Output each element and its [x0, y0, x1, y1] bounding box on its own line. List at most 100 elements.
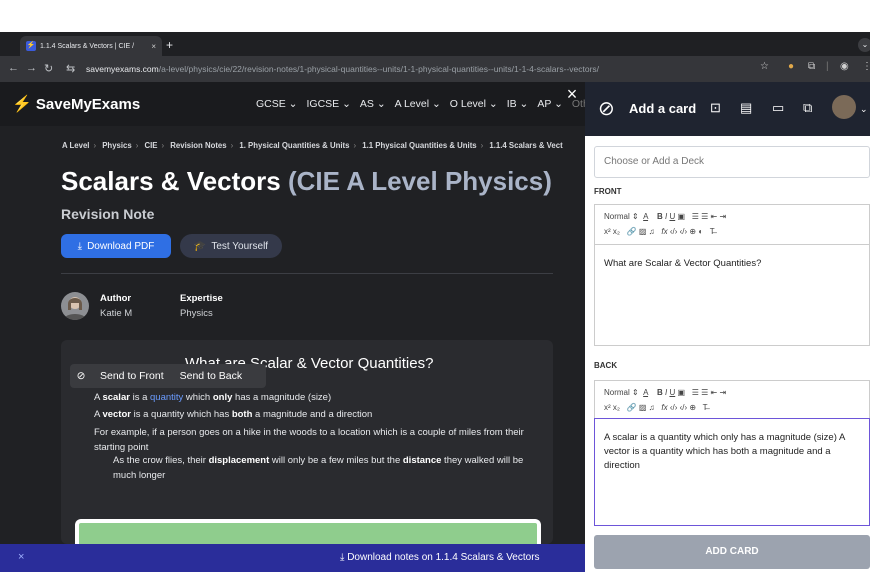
new-tab-button[interactable]: + — [166, 38, 173, 52]
banner-download-link[interactable]: ⤓ Download notes on 1.1.4 Scalars & Vect… — [340, 552, 540, 563]
code-block-icon[interactable]: ‹/› — [680, 403, 688, 412]
subscript-icon[interactable]: x₂ — [613, 227, 620, 236]
code-icon[interactable]: ‹/› — [670, 227, 678, 236]
underline-icon[interactable]: U — [669, 388, 675, 397]
deck-select[interactable]: Choose or Add a Deck — [594, 146, 870, 178]
logo-text: SaveMyExams — [35, 95, 141, 113]
hide-icon[interactable]: ◐ — [698, 227, 703, 236]
url-field[interactable]: savemyexams.com/a-level/physics/cie/22/r… — [86, 60, 776, 78]
tab-search-icon[interactable]: ⌄ — [858, 38, 870, 52]
page-title: Scalars & Vectors (CIE A Level Physics) — [61, 166, 552, 197]
breadcrumb-item[interactable]: A Level — [62, 141, 89, 150]
highlight-icon[interactable]: ▣ — [677, 388, 685, 397]
extensions-puzzle-icon[interactable]: ⧉ — [808, 61, 815, 72]
bold-icon[interactable]: B — [657, 212, 663, 221]
content-line-vector: A vector is a quantity which has both a … — [94, 409, 373, 420]
site-logo[interactable]: ⚡ SaveMyExams — [12, 94, 140, 114]
breadcrumb-item[interactable]: Revision Notes — [170, 141, 226, 150]
ordered-list-icon[interactable]: ☰ — [692, 212, 699, 221]
menu-igcse[interactable]: IGCSE ⌄ — [306, 98, 350, 110]
underline-icon[interactable]: U — [669, 212, 675, 221]
front-editor[interactable]: What are Scalar & Vector Quantities? — [594, 244, 870, 346]
content-line-crow: As the crow flies, their displacement wi… — [113, 455, 524, 481]
superscript-icon[interactable]: x² — [604, 227, 611, 236]
menu-as[interactable]: AS ⌄ — [360, 98, 386, 110]
browser-tab[interactable]: ⚡ 1.1.4 Scalars & Vectors | CIE / × — [20, 36, 162, 56]
send-to-back-button[interactable]: Send to Back — [172, 370, 250, 382]
image-icon[interactable]: ▨ — [639, 227, 647, 236]
highlight-icon[interactable]: ▣ — [677, 212, 685, 221]
test-yourself-label: Test Yourself — [211, 240, 269, 252]
formula-icon[interactable]: fx — [661, 227, 667, 236]
back-editor[interactable]: A scalar is a quantity which only has a … — [594, 418, 870, 526]
link-icon[interactable]: 🔗 — [627, 227, 637, 236]
menu-label: AS — [359, 98, 374, 110]
audio-icon[interactable]: ♫ — [649, 403, 655, 412]
indent-icon[interactable]: ⇤ — [711, 212, 718, 221]
external-link-icon[interactable]: ⧉ — [803, 100, 812, 116]
banner-close-icon[interactable]: × — [18, 551, 24, 563]
document-icon[interactable]: ▤ — [740, 100, 752, 116]
breadcrumb-item[interactable]: CIE — [145, 141, 158, 150]
font-color-icon[interactable]: A — [643, 388, 648, 397]
ordered-list-icon[interactable]: ☰ — [692, 388, 699, 397]
bullet-list-icon[interactable]: ☰ — [701, 388, 708, 397]
format-select[interactable]: Normal — [604, 388, 630, 397]
menu-gcse[interactable]: GCSE ⌄ — [256, 98, 297, 110]
globe-icon[interactable]: ⊕ — [689, 403, 696, 412]
clear-format-icon[interactable]: T̶ — [710, 227, 715, 236]
site-favicon-icon: ⚡ — [26, 41, 36, 51]
clear-format-icon[interactable]: T̶ — [703, 403, 708, 412]
code-icon[interactable]: ‹/› — [670, 403, 678, 412]
test-yourself-button[interactable]: 🎓 Test Yourself — [180, 234, 282, 258]
back-arrow-icon[interactable]: ← — [8, 62, 19, 74]
tab-close-icon[interactable]: × — [151, 42, 156, 51]
link-icon[interactable]: 🔗 — [627, 403, 637, 412]
breadcrumb-item[interactable]: 1.1.4 Scalars & Vect — [489, 141, 562, 150]
subscript-icon[interactable]: x₂ — [613, 403, 620, 412]
menu-o-level[interactable]: O Level ⌄ — [450, 98, 498, 110]
menu-ib[interactable]: IB ⌄ — [507, 98, 529, 110]
panel-title: Add a card — [629, 101, 697, 116]
italic-icon[interactable]: I — [665, 388, 667, 397]
image-icon[interactable]: ▨ — [639, 403, 647, 412]
extension-icon[interactable]: ● — [788, 61, 794, 72]
author-name[interactable]: Katie M — [100, 308, 132, 319]
revision-note-label: Revision Note — [61, 206, 155, 222]
close-overlay-icon[interactable]: × — [560, 83, 584, 107]
chevron-down-icon[interactable]: ⌄ — [860, 104, 868, 115]
forward-arrow-icon[interactable]: → — [26, 62, 37, 74]
outdent-icon[interactable]: ⇥ — [719, 388, 726, 397]
browser-menu-icon[interactable]: ⋮ — [862, 61, 870, 72]
bullet-list-icon[interactable]: ☰ — [701, 212, 708, 221]
superscript-icon[interactable]: x² — [604, 403, 611, 412]
send-to-front-button[interactable]: Send to Front — [92, 370, 172, 382]
menu-label: GCSE — [256, 98, 286, 110]
bold-icon[interactable]: B — [657, 388, 663, 397]
italic-icon[interactable]: I — [665, 212, 667, 221]
browser-tab-bar: ⚡ 1.1.4 Scalars & Vectors | CIE / × + ⌄ — [0, 32, 870, 56]
add-card-button[interactable]: ADD CARD — [594, 535, 870, 569]
user-avatar[interactable] — [832, 95, 856, 119]
download-pdf-button[interactable]: ⤓ Download PDF — [61, 234, 171, 258]
window-icon[interactable]: ▭ — [772, 100, 784, 116]
breadcrumb-item[interactable]: 1.1 Physical Quantities & Units — [362, 141, 476, 150]
bookmark-star-icon[interactable]: ☆ — [760, 61, 769, 72]
front-toolbar: Normal ⇕ A B I U ▣ ☰ ☰ ⇤ ⇥ x² x₂ 🔗 ▨ ♫ f… — [594, 204, 870, 244]
globe-icon[interactable]: ⊕ — [689, 227, 696, 236]
profile-icon[interactable]: ◉ — [840, 61, 849, 72]
font-color-icon[interactable]: A — [643, 212, 648, 221]
formula-icon[interactable]: fx — [661, 403, 667, 412]
menu-a-level[interactable]: A Level ⌄ — [395, 98, 441, 110]
outdent-icon[interactable]: ⇥ — [719, 212, 726, 221]
indent-icon[interactable]: ⇤ — [711, 388, 718, 397]
format-select[interactable]: Normal — [604, 212, 630, 221]
breadcrumb-item[interactable]: Physics — [102, 141, 131, 150]
quantity-link[interactable]: quantity — [150, 392, 183, 403]
site-settings-icon[interactable]: ⇆ — [66, 62, 75, 75]
audio-icon[interactable]: ♫ — [649, 227, 655, 236]
code-block-icon[interactable]: ‹/› — [680, 227, 688, 236]
reload-icon[interactable]: ↻ — [44, 62, 53, 75]
inbox-icon[interactable]: ⊡ — [710, 100, 721, 116]
breadcrumb-item[interactable]: 1. Physical Quantities & Units — [239, 141, 349, 150]
